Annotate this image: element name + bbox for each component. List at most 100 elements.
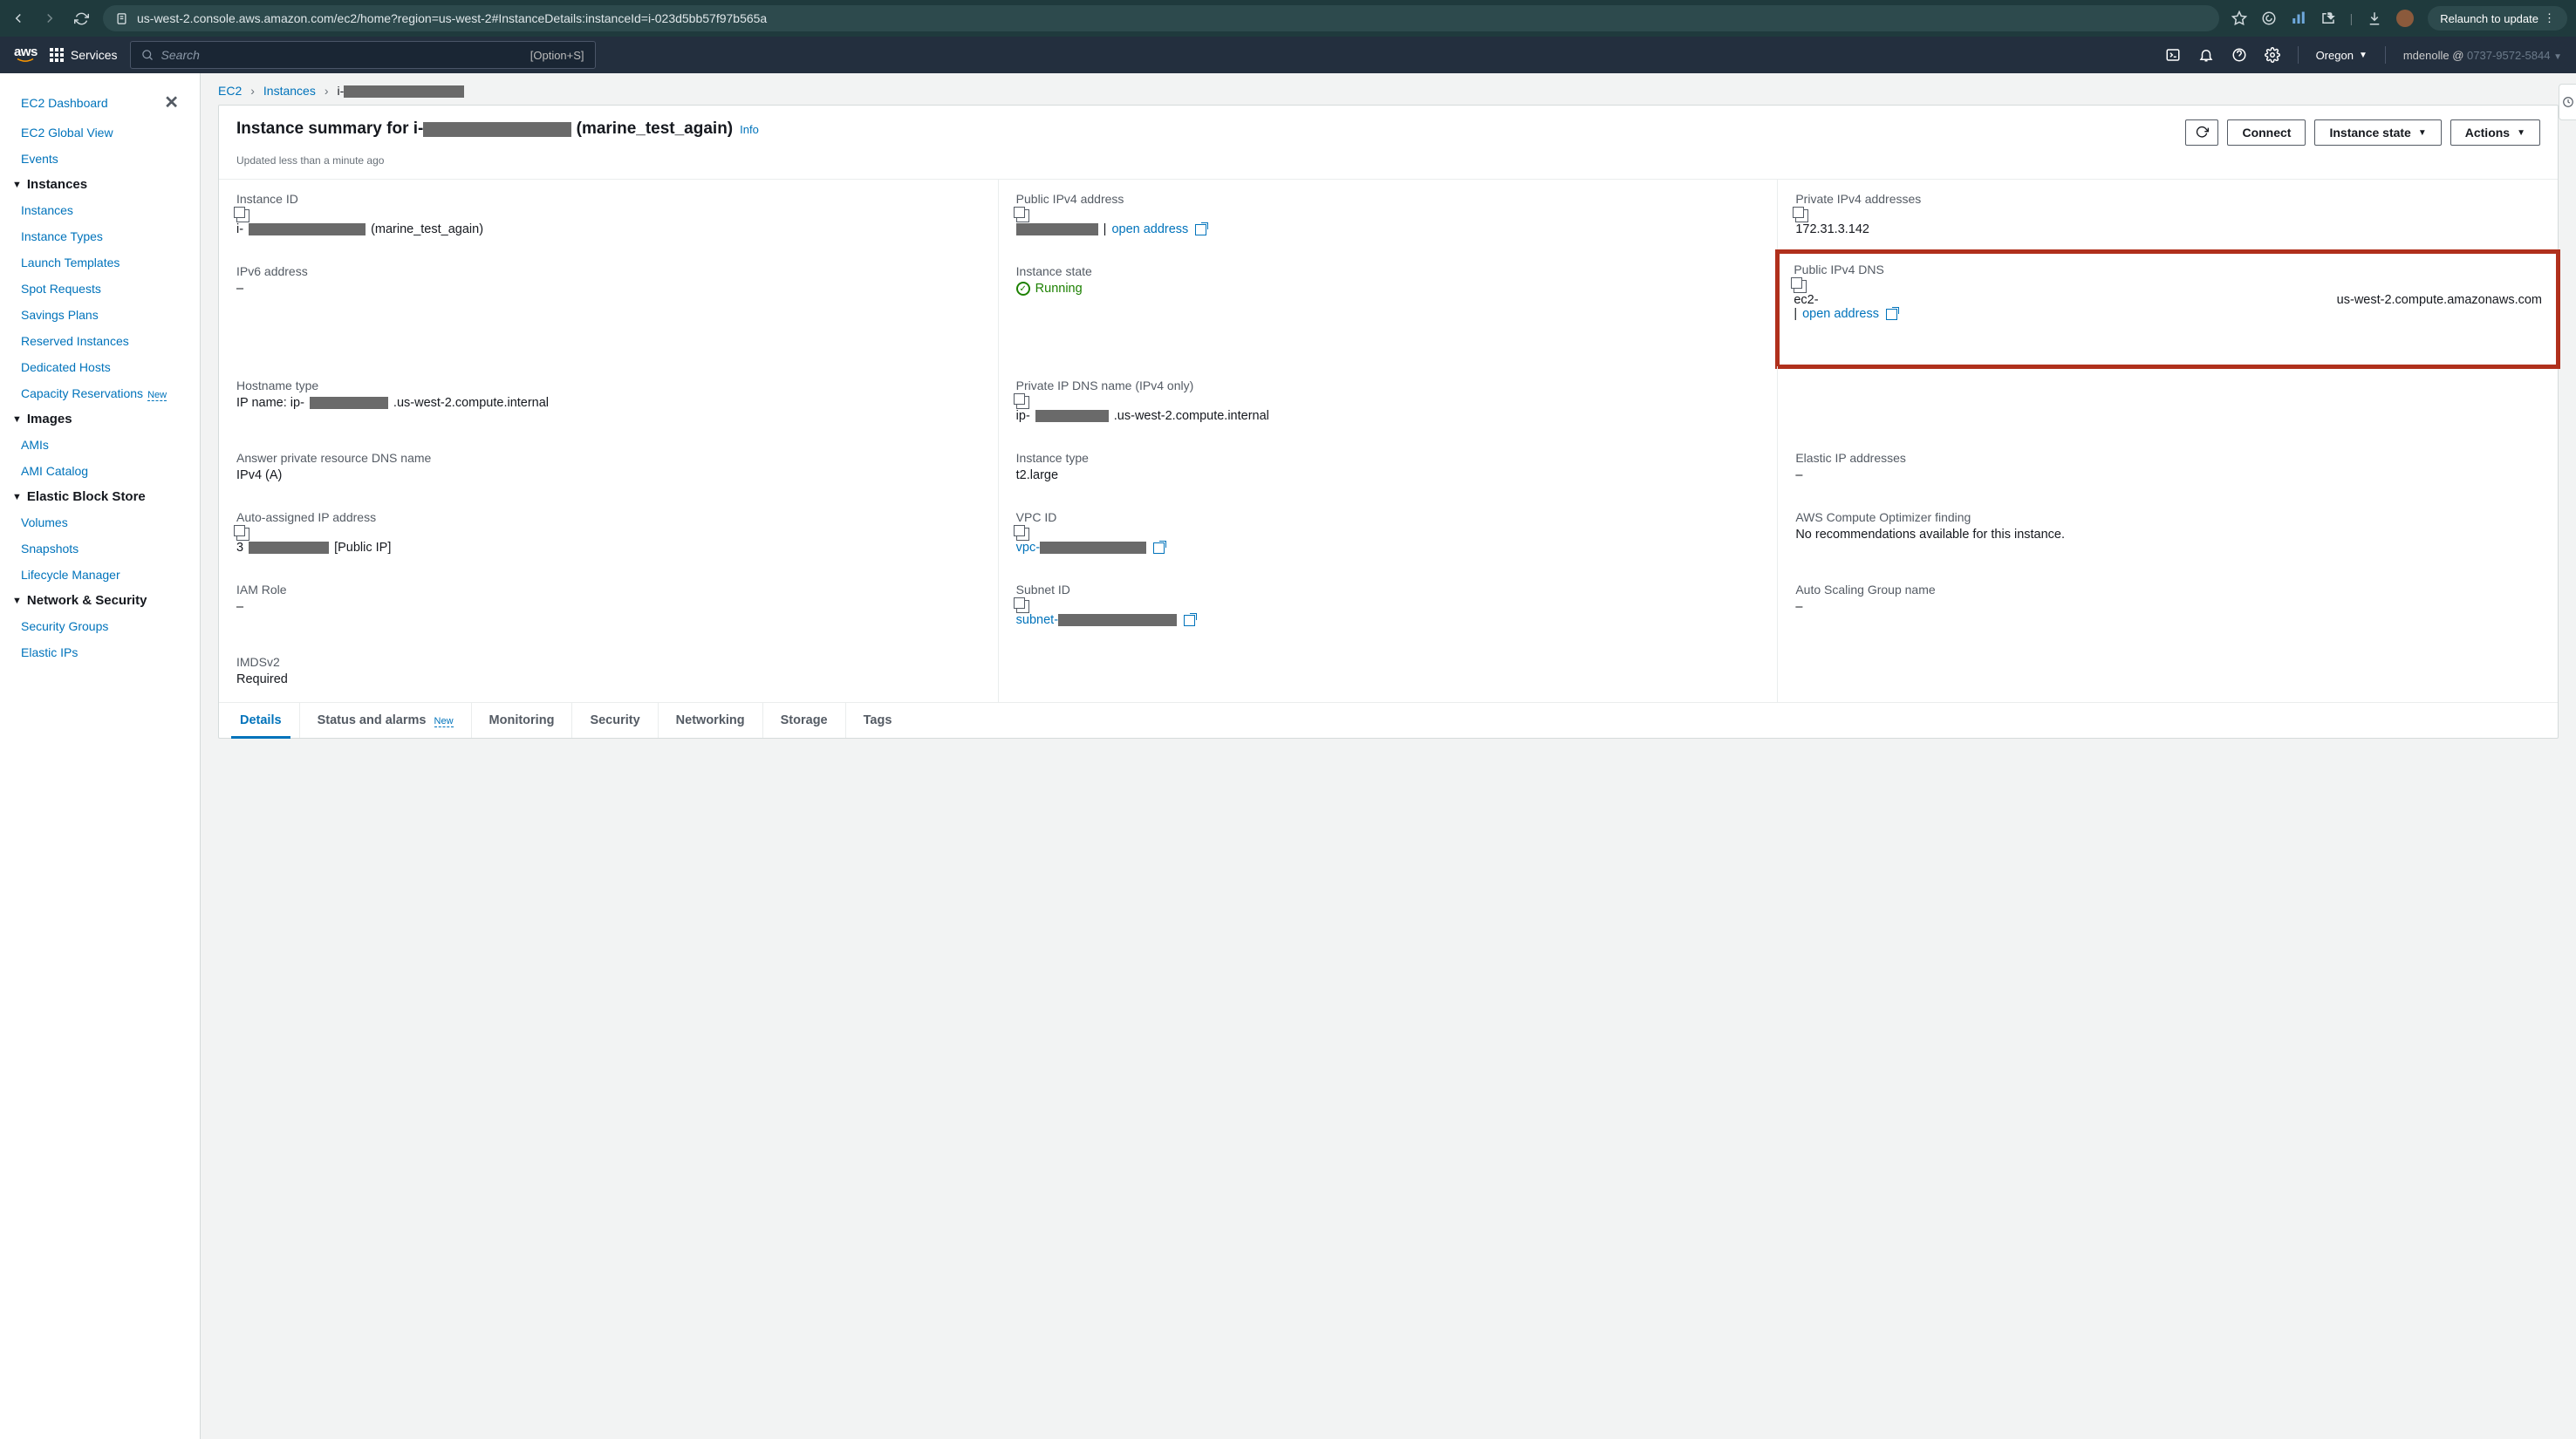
extensions-icon[interactable] [2320, 10, 2336, 26]
sidebar-item[interactable]: Spot Requests [0, 276, 200, 302]
sidebar-item[interactable]: Dedicated Hosts [0, 354, 200, 380]
tab-networking[interactable]: Networking [659, 703, 763, 738]
forward-icon[interactable] [40, 9, 59, 28]
sidebar-item[interactable]: AMIs [0, 432, 200, 458]
search-input[interactable]: Search [Option+S] [130, 41, 596, 69]
copy-icon[interactable] [1016, 600, 1029, 613]
sidebar-section-images[interactable]: ▼Images [0, 406, 200, 432]
new-badge: New [147, 390, 167, 401]
vpc-value: vpc- [1016, 541, 1760, 555]
sidebar-item[interactable]: Lifecycle Manager [0, 562, 200, 588]
iam-value: – [236, 600, 981, 614]
field-label: Instance type [1016, 451, 1760, 465]
star-icon[interactable] [2231, 10, 2247, 26]
copy-icon[interactable] [1794, 280, 1807, 293]
copy-icon[interactable] [1016, 528, 1029, 541]
reload-icon[interactable] [72, 9, 91, 28]
copy-icon[interactable] [1795, 209, 1808, 222]
sidebar-item-dashboard[interactable]: EC2 Dashboard ✕ [0, 85, 200, 119]
caret-down-icon: ▼ [12, 414, 22, 425]
tab-status[interactable]: Status and alarms New [300, 703, 472, 738]
help-panel-toggle[interactable] [2559, 84, 2576, 120]
caret-down-icon: ▼ [2517, 128, 2525, 138]
close-icon[interactable]: ✕ [164, 92, 179, 113]
main-content: EC2 › Instances › i- Instance summary fo… [201, 73, 2576, 1439]
sidebar-item[interactable]: Capacity ReservationsNew [0, 380, 200, 406]
aws-top-nav: aws Services Search [Option+S] Oregon ▼ … [0, 37, 2576, 73]
field-label: Auto-assigned IP address [236, 510, 981, 524]
external-link-icon [1195, 224, 1206, 235]
sidebar-item[interactable]: Reserved Instances [0, 328, 200, 354]
copy-icon[interactable] [236, 528, 249, 541]
sidebar-item[interactable]: AMI Catalog [0, 458, 200, 484]
sidebar: EC2 Dashboard ✕ EC2 Global View Events ▼… [0, 73, 201, 1439]
sidebar-item[interactable]: Launch Templates [0, 249, 200, 276]
sidebar-section-network[interactable]: ▼Network & Security [0, 588, 200, 613]
field-label: Elastic IP addresses [1795, 451, 2540, 465]
field-label: Answer private resource DNS name [236, 451, 981, 465]
url-bar[interactable]: us-west-2.console.aws.amazon.com/ec2/hom… [103, 5, 2219, 31]
caret-down-icon: ▼ [2359, 51, 2368, 60]
instance-state-button[interactable]: Instance state▼ [2314, 119, 2441, 146]
imds-value: Required [236, 672, 981, 686]
sidebar-item[interactable]: Security Groups [0, 613, 200, 639]
relaunch-button[interactable]: Relaunch to update ⋮ [2428, 6, 2567, 31]
sidebar-item[interactable]: Instance Types [0, 223, 200, 249]
settings-icon[interactable] [2265, 47, 2280, 63]
field-label: Instance ID [236, 192, 981, 206]
sidebar-item[interactable]: Snapshots [0, 535, 200, 562]
open-address-link[interactable]: open address [1111, 222, 1188, 236]
profile-avatar[interactable] [2396, 10, 2414, 27]
refresh-button[interactable] [2185, 119, 2218, 146]
sidebar-item[interactable]: Volumes [0, 509, 200, 535]
info-link[interactable]: Info [740, 123, 759, 136]
external-link-icon [1184, 615, 1195, 626]
tab-details[interactable]: Details [222, 703, 300, 738]
services-menu[interactable]: Services [50, 48, 118, 62]
copy-icon[interactable] [236, 209, 249, 222]
sidebar-item[interactable]: Elastic IPs [0, 639, 200, 665]
copy-icon[interactable] [1016, 209, 1029, 222]
actions-button[interactable]: Actions▼ [2450, 119, 2540, 146]
aws-logo[interactable]: aws [14, 47, 38, 63]
tab-security[interactable]: Security [572, 703, 658, 738]
sidebar-item-global-view[interactable]: EC2 Global View [0, 119, 200, 146]
sidebar-item[interactable]: Instances [0, 197, 200, 223]
notifications-icon[interactable] [2198, 47, 2214, 63]
search-icon [141, 49, 154, 62]
elastic-ip-value: – [1795, 468, 2540, 482]
sidebar-section-ebs[interactable]: ▼Elastic Block Store [0, 484, 200, 509]
browser-right-icons: | Relaunch to update ⋮ [2231, 6, 2567, 31]
copy-icon[interactable] [1016, 396, 1029, 409]
vpc-link[interactable]: vpc- [1016, 541, 1146, 555]
connect-button[interactable]: Connect [2227, 119, 2306, 146]
help-icon[interactable] [2231, 47, 2247, 63]
back-icon[interactable] [9, 9, 28, 28]
hostname-type-value: IP name: ip-.us-west-2.compute.internal [236, 396, 981, 410]
chevron-right-icon: › [325, 84, 329, 98]
breadcrumb-ec2[interactable]: EC2 [218, 84, 242, 98]
auto-ip-value: 3[Public IP] [236, 541, 981, 555]
asg-value: – [1795, 600, 2540, 614]
subnet-link[interactable]: subnet- [1016, 613, 1177, 627]
open-address-link[interactable]: open address [1802, 307, 1879, 321]
download-icon[interactable] [2367, 10, 2382, 26]
breadcrumb-instances[interactable]: Instances [263, 84, 316, 98]
cloudshell-icon[interactable] [2165, 47, 2181, 63]
tab-monitoring[interactable]: Monitoring [472, 703, 573, 738]
sidebar-section-instances[interactable]: ▼Instances [0, 172, 200, 197]
grammarly-icon[interactable] [2261, 10, 2277, 26]
region-selector[interactable]: Oregon ▼ [2316, 49, 2368, 62]
account-menu[interactable]: mdenolle @ 0737-9572-5844 ▼ [2403, 49, 2562, 62]
sidebar-item-events[interactable]: Events [0, 146, 200, 172]
tab-storage[interactable]: Storage [763, 703, 846, 738]
public-dns-highlight: Public IPv4 DNS ec2- us-west-2.compute.a… [1775, 249, 2560, 369]
tab-tags[interactable]: Tags [846, 703, 910, 738]
detail-tabs: Details Status and alarms New Monitoring… [219, 702, 2558, 738]
browser-chrome: us-west-2.console.aws.amazon.com/ec2/hom… [0, 0, 2576, 37]
instance-state-value: ✓Running [1016, 282, 1760, 296]
ipv6-value: – [236, 282, 981, 296]
public-ipv4-value: | open address [1016, 222, 1760, 236]
analytics-icon[interactable] [2291, 10, 2306, 26]
sidebar-item[interactable]: Savings Plans [0, 302, 200, 328]
